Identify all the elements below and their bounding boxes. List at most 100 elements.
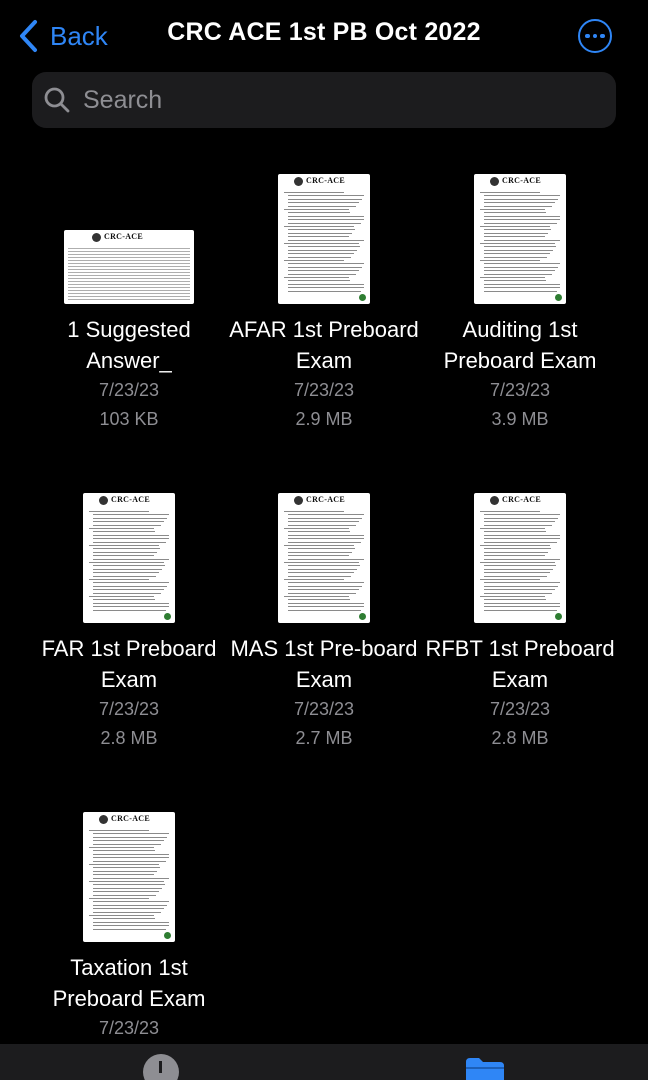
file-thumbnail-wrap: CRC-ACE xyxy=(226,487,422,623)
thumbnail-text-line xyxy=(89,579,149,580)
file-thumbnail: CRC-ACE xyxy=(64,230,194,304)
logo-icon xyxy=(294,177,303,186)
file-item[interactable]: CRC-ACE MAS 1st Pre-board Exam 7/23/23 2.7 … xyxy=(226,487,422,753)
seal-icon xyxy=(164,932,171,939)
thumbnail-text-line xyxy=(288,606,364,608)
folder-icon[interactable] xyxy=(464,1056,506,1080)
thumbnail-text-line xyxy=(484,246,556,248)
thumbnail-text-line xyxy=(480,260,540,261)
thumbnail-text-line xyxy=(484,551,548,553)
thumbnail-text-line xyxy=(484,568,553,570)
thumbnail-text-line xyxy=(284,260,344,261)
thumbnail-text-line xyxy=(93,602,169,604)
thumbnail-text-line xyxy=(89,511,149,512)
thumbnail-text-line xyxy=(93,551,157,553)
thumbnail-text-line xyxy=(288,551,352,553)
thumbnail-text-line xyxy=(93,582,169,584)
file-name: RFBT 1st Preboard Exam xyxy=(425,636,615,692)
thumbnail-text-line xyxy=(484,592,552,594)
thumbnail-brand: CRC-ACE xyxy=(111,814,150,823)
seal-icon xyxy=(555,613,562,620)
thumbnail-text-line xyxy=(480,579,540,580)
file-item[interactable]: CRC-ACE Auditing 1st Preboard Exam 7/23/23… xyxy=(422,168,618,434)
file-item[interactable]: CRC-ACE RFBT 1st Preboard Exam 7/23/23 2.8 … xyxy=(422,487,618,753)
thumbnail-text-line xyxy=(288,592,356,594)
thumbnail-text-line xyxy=(484,514,560,516)
thumbnail-text-line xyxy=(484,287,560,289)
thumbnail-text-line xyxy=(93,524,161,526)
thumbnail-text-line xyxy=(288,246,360,248)
file-thumbnail-wrap: CRC-ACE xyxy=(422,168,618,304)
thumbnail-table xyxy=(68,248,190,300)
page-title: CRC ACE 1st PB Oct 2022 xyxy=(167,18,481,46)
file-name: Taxation 1st Preboard Exam xyxy=(52,955,206,1011)
thumbnail-text-line xyxy=(284,579,344,580)
thumbnail-text-line xyxy=(89,881,164,882)
thumbnail-text-line xyxy=(484,249,553,251)
clock-icon[interactable] xyxy=(143,1054,179,1080)
thumbnail-text-line xyxy=(93,517,167,519)
thumbnail-text-line xyxy=(93,901,169,903)
thumbnail-text-line xyxy=(93,840,164,842)
thumbnail-text-line xyxy=(480,192,540,193)
thumbnail-text-line xyxy=(480,511,540,512)
thumbnail-text-line xyxy=(484,280,546,282)
thumbnail-text-line xyxy=(288,609,361,611)
thumbnail-text-line xyxy=(93,918,155,920)
thumbnail-text-line xyxy=(288,283,364,285)
seal-icon xyxy=(359,613,366,620)
thumbnail-text-line xyxy=(93,592,161,594)
file-name: Auditing 1st Preboard Exam xyxy=(443,317,597,373)
thumbnail-text-line xyxy=(93,925,169,927)
thumbnail-text-line xyxy=(93,857,169,859)
file-item[interactable]: CRC-ACE 1 Suggested Answer_ 7/23/23 103 KB xyxy=(31,168,227,434)
file-thumbnail: CRC-ACE xyxy=(474,174,566,304)
thumbnail-text-line xyxy=(89,545,159,546)
thumbnail-brand: CRC-ACE xyxy=(111,495,150,504)
thumbnail-text-line xyxy=(484,215,560,217)
thumbnail-text-line xyxy=(89,562,164,563)
thumbnail-text-line xyxy=(288,602,364,604)
thumbnail-text-line xyxy=(484,273,552,275)
file-date: 7/23/23 xyxy=(98,380,160,400)
thumbnail-text-line xyxy=(288,538,364,540)
thumbnail-text-line xyxy=(484,263,560,265)
thumbnail-text-line xyxy=(484,599,546,601)
file-item[interactable]: CRC-ACE FAR 1st Preboard Exam 7/23/23 2.8 M… xyxy=(31,487,227,753)
thumbnail-brand: CRC-ACE xyxy=(502,176,541,185)
file-item[interactable]: CRC-ACE Taxation 1st Preboard Exam 7/23/23 xyxy=(31,806,227,1043)
thumbnail-text-line xyxy=(93,843,161,845)
thumbnail-text-line xyxy=(89,596,154,597)
thumbnail-text-line xyxy=(93,908,164,910)
thumbnail-text-line xyxy=(93,538,169,540)
thumbnail-text-line xyxy=(484,589,555,591)
thumbnail-text-line xyxy=(484,534,560,536)
file-thumbnail-wrap: CRC-ACE xyxy=(31,487,227,623)
thumbnail-text-line xyxy=(288,236,349,238)
thumbnail-text-line xyxy=(484,290,557,292)
thumbnail-text-line xyxy=(288,232,352,234)
thumbnail-text-line xyxy=(288,589,359,591)
thumbnail-text-line xyxy=(93,894,156,896)
thumbnail-text-line xyxy=(93,884,165,886)
search-bar[interactable] xyxy=(32,72,616,128)
thumbnail-text-line xyxy=(484,270,555,272)
search-input[interactable] xyxy=(81,84,585,116)
ellipsis-circle-icon xyxy=(585,33,590,39)
thumbnail-text-line xyxy=(480,209,545,210)
more-options-button[interactable] xyxy=(578,19,612,53)
thumbnail-text-line xyxy=(89,915,154,916)
thumbnail-text-line xyxy=(89,898,149,899)
thumbnail-text-line xyxy=(484,541,557,543)
thumbnail-text-line xyxy=(484,232,548,234)
thumbnail-text-line xyxy=(484,283,560,285)
logo-icon xyxy=(92,233,101,242)
seal-icon xyxy=(164,613,171,620)
thumbnail-text-line xyxy=(480,226,550,227)
thumbnail-text-line xyxy=(480,545,550,546)
file-item[interactable]: CRC-ACE AFAR 1st Preboard Exam 7/23/23 2.9 … xyxy=(226,168,422,434)
file-size: 2.8 MB xyxy=(100,728,158,748)
thumbnail-text-line xyxy=(484,198,558,200)
thumbnail-text-line xyxy=(288,572,354,574)
thumbnail-text-line xyxy=(484,538,560,540)
